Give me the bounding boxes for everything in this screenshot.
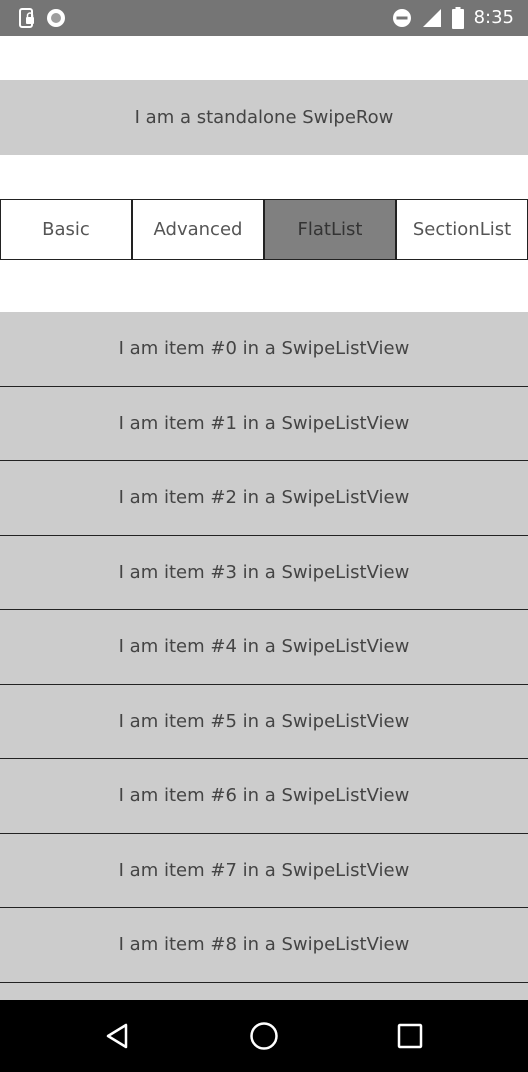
list-item-label: I am item #0 in a SwipeListView (118, 338, 410, 360)
navigation-bar (0, 1000, 528, 1072)
tab-label: Advanced (153, 219, 243, 240)
list-item[interactable]: I am item #2 in a SwipeListView (0, 461, 528, 536)
back-icon[interactable] (100, 1018, 136, 1054)
recents-icon[interactable] (392, 1018, 428, 1054)
list-item[interactable]: I am item #4 in a SwipeListView (0, 610, 528, 685)
list-item-label: I am item #8 in a SwipeListView (118, 934, 410, 956)
standalone-swipe-row[interactable]: I am a standalone SwipeRow (0, 80, 528, 155)
list-item[interactable]: I am item #7 in a SwipeListView (0, 833, 528, 908)
list-item-label: I am item #5 in a SwipeListView (118, 710, 410, 732)
home-icon[interactable] (246, 1018, 282, 1054)
list-item[interactable]: I am item #3 in a SwipeListView (0, 535, 528, 610)
list-item[interactable]: I am item #0 in a SwipeListView (0, 312, 528, 387)
list-item-label: I am item #7 in a SwipeListView (118, 859, 410, 881)
list-item-label: I am item #4 in a SwipeListView (118, 636, 410, 658)
list-item-partial[interactable] (0, 982, 528, 1000)
circle-record-icon (46, 8, 66, 28)
standalone-swipe-row-label: I am a standalone SwipeRow (134, 107, 394, 128)
list-item-label: I am item #2 in a SwipeListView (118, 487, 410, 509)
list-item[interactable]: I am item #5 in a SwipeListView (0, 684, 528, 759)
tab-label: Basic (42, 219, 90, 240)
signal-icon (422, 8, 442, 28)
list-item-label: I am item #1 in a SwipeListView (118, 412, 410, 434)
tab-flatlist[interactable]: FlatList (264, 199, 396, 260)
list-item[interactable]: I am item #8 in a SwipeListView (0, 908, 528, 983)
list-item[interactable]: I am item #6 in a SwipeListView (0, 759, 528, 834)
tab-basic[interactable]: Basic (0, 199, 132, 260)
swipe-list-view[interactable]: I am item #0 in a SwipeListView I am ite… (0, 312, 528, 1000)
do-not-disturb-icon (392, 8, 412, 28)
status-time: 8:35 (473, 7, 514, 28)
tab-label: FlatList (297, 219, 363, 240)
mode-tab-bar: Basic Advanced FlatList SectionList (0, 199, 528, 260)
battery-icon (451, 7, 464, 29)
tab-sectionlist[interactable]: SectionList (396, 199, 528, 260)
screen: 8:35 I am a standalone SwipeRow Basic Ad… (0, 0, 528, 1072)
list-item[interactable]: I am item #1 in a SwipeListView (0, 386, 528, 461)
status-right-icons: 8:35 (392, 6, 514, 30)
list-item-label: I am item #6 in a SwipeListView (118, 785, 410, 807)
tab-advanced[interactable]: Advanced (132, 199, 264, 260)
status-bar: 8:35 (0, 0, 528, 36)
tab-label: SectionList (412, 219, 512, 240)
list-item-label: I am item #3 in a SwipeListView (118, 561, 410, 583)
phone-lock-icon (18, 8, 36, 28)
status-left-icons (18, 8, 66, 28)
